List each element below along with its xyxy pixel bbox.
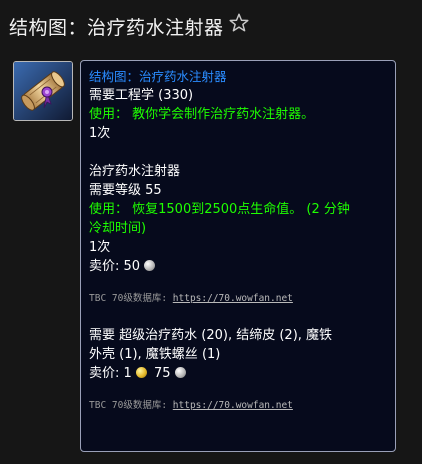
silver-coin-icon	[174, 367, 186, 378]
database-label: TBC 70级数据库:	[89, 293, 168, 304]
required-level: 需要等级 55	[89, 183, 162, 198]
database-link[interactable]: https://70.wowfan.net	[173, 293, 293, 304]
sell-price-label: 卖价:	[89, 259, 120, 274]
reagents-cont: 外壳 (1), 魔铁螺丝 (1)	[89, 347, 221, 362]
gold-coin-icon	[135, 367, 147, 378]
required-skill: 需要工程学 (330)	[89, 88, 194, 103]
sell-price-silver: 50	[123, 259, 141, 274]
page-title: 结构图：治疗药水注射器	[9, 17, 224, 39]
charges: 1次	[89, 126, 111, 141]
item-tooltip: 结构图：治疗药水注射器 需要工程学 (330) 使用： 教你学会制作治疗药水注射…	[80, 60, 396, 452]
schematic-scroll-icon[interactable]	[13, 61, 73, 121]
sell-price-gold: 1	[123, 366, 132, 381]
sell-price-label: 卖价:	[89, 366, 120, 381]
use-effect-heal: 使用： 恢复1500到2500点生命值。 (2 分钟	[89, 202, 350, 217]
favorite-star-icon[interactable]	[228, 12, 250, 34]
sell-price: 卖价: 1 75	[89, 364, 387, 383]
database-label: TBC 70级数据库:	[89, 400, 168, 411]
sell-price: 卖价: 50	[89, 257, 387, 276]
silver-coin-icon	[144, 260, 156, 271]
page-header: 结构图：治疗药水注射器	[0, 0, 422, 50]
database-credit: TBC 70级数据库: https://70.wowfan.net	[89, 397, 387, 415]
database-credit: TBC 70级数据库: https://70.wowfan.net	[89, 290, 387, 308]
charges: 1次	[89, 240, 111, 255]
sell-price-silver: 75	[153, 366, 171, 381]
use-effect-learn: 使用： 教你学会制作治疗药水注射器。	[89, 107, 315, 122]
reagents: 需要 超级治疗药水 (20), 结缔皮 (2), 魔铁	[89, 328, 333, 343]
created-item-name: 治疗药水注射器	[89, 164, 181, 179]
item-name: 结构图：治疗药水注射器	[89, 69, 227, 84]
database-link[interactable]: https://70.wowfan.net	[173, 400, 293, 411]
use-effect-heal-cont: 冷却时间)	[89, 221, 147, 236]
